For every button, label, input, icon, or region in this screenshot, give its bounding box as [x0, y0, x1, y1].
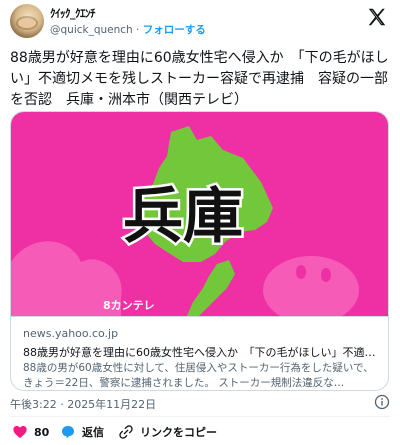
link-card[interactable]: 兵庫 8カンテレ news.yahoo.co.jp 88歳男が好意を理由に60歳… [10, 111, 389, 391]
x-logo-icon[interactable] [366, 6, 388, 28]
awaji-island [187, 260, 235, 316]
link-icon [119, 425, 133, 439]
handle-line: @quick_quench · フォローする [50, 22, 206, 37]
avatar[interactable] [10, 4, 44, 38]
divider [10, 416, 390, 417]
ghost-shape-right [263, 256, 359, 316]
copy-link-label: リンクをコピー [140, 426, 217, 439]
card-domain: news.yahoo.co.jp [23, 327, 119, 340]
reply-button[interactable]: 返信 [60, 424, 104, 440]
card-title: 88歳男が好意を理由に60歳女性宅へ侵入か 「下の毛がほしい」不適切… [23, 346, 378, 359]
image-caption: 兵庫 [123, 182, 243, 252]
heart-icon [13, 426, 27, 438]
card-image[interactable]: 兵庫 8カンテレ [11, 112, 388, 316]
handle[interactable]: @quick_quench [50, 24, 133, 36]
separator: · [136, 24, 140, 36]
reply-icon [62, 426, 74, 439]
tweet-text: 88歳男が好意を理由に60歳女性宅へ侵入か 「下の毛がほしい」不適切メモを残しス… [10, 50, 389, 108]
tweet-timestamp[interactable]: 午後3:22 · 2025年11月22日 [10, 396, 156, 412]
action-bar: 80 返信 リンクをコピー [0, 422, 400, 444]
card-illustration: 兵庫 8カンテレ [11, 126, 359, 316]
image-logo: 8カンテレ [103, 299, 155, 312]
like-count: 80 [34, 425, 50, 439]
display-name[interactable]: ｸｲｯｸ_ｸｴﾝﾁ [50, 5, 96, 21]
card-description: 88歳の男が60歳女性に対して、住居侵入やストーカー行為をした疑いで、きょう＝2… [23, 362, 374, 389]
card-meta[interactable]: news.yahoo.co.jp 88歳男が好意を理由に60歳女性宅へ侵入か 「… [11, 316, 388, 390]
reply-label: 返信 [82, 426, 104, 439]
tweet-header: ｸｲｯｸ_ｸｴﾝﾁ @quick_quench · フォローする [0, 0, 400, 40]
follow-button[interactable]: フォローする [143, 24, 206, 36]
info-icon[interactable] [374, 394, 390, 410]
like-button[interactable]: 80 [12, 424, 49, 440]
copy-link-button[interactable]: リンクをコピー [118, 424, 217, 440]
